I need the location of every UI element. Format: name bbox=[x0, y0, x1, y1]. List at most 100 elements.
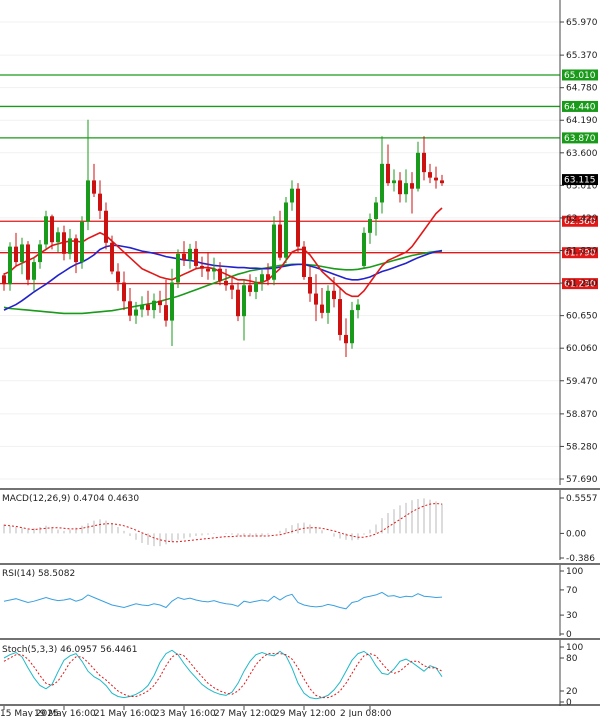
candle-body bbox=[416, 152, 420, 189]
candle-body bbox=[260, 274, 264, 283]
price-tick-label: 64.780 bbox=[566, 84, 598, 94]
candle-body bbox=[200, 265, 204, 269]
price-tick-label: 61.830 bbox=[566, 247, 598, 257]
price-tick-label: 57.690 bbox=[566, 475, 598, 485]
stoch-tick-label: 80 bbox=[566, 654, 578, 664]
price-tick-label: 62.420 bbox=[566, 214, 598, 224]
resistance-level-label: 64.440 bbox=[564, 102, 596, 112]
support-resistance-lines: 65.01064.44063.87062.36061.79061.230 bbox=[0, 69, 598, 290]
candlestick-chart: 65.01064.44063.87062.36061.79061.230 65.… bbox=[0, 0, 600, 717]
candle-body bbox=[56, 232, 60, 243]
ma-slow-line bbox=[3, 250, 443, 315]
time-tick-label: 19 May 16:00 bbox=[34, 709, 96, 717]
candle-body bbox=[326, 290, 330, 313]
price-tick-label: 65.370 bbox=[566, 51, 598, 61]
candle-body bbox=[224, 280, 228, 286]
candle-body bbox=[266, 274, 270, 280]
time-tick-label: 23 May 16:00 bbox=[154, 709, 216, 717]
candle-body bbox=[32, 262, 36, 280]
candle-body bbox=[164, 305, 168, 321]
price-tick-label: 60.650 bbox=[566, 312, 598, 322]
price-tick-label: 58.280 bbox=[566, 442, 598, 452]
candle-body bbox=[410, 183, 414, 189]
candle-body bbox=[242, 285, 246, 317]
candle-body bbox=[344, 334, 348, 344]
candle-body bbox=[104, 210, 108, 243]
candle-body bbox=[26, 244, 30, 280]
candle-body bbox=[296, 188, 300, 247]
candle-body bbox=[152, 300, 156, 311]
rsi-panel: RSI(14) 58.5082 10070300 bbox=[2, 567, 583, 640]
macd-panel: MACD(12,26,9) 0.4704 0.4630 0.5557 0.00 -0… bbox=[2, 494, 598, 564]
candle-body bbox=[98, 193, 102, 211]
candle-body bbox=[74, 238, 78, 263]
candle-body bbox=[218, 268, 222, 281]
candle-body bbox=[116, 271, 120, 283]
candle-body bbox=[2, 275, 6, 285]
candle-body bbox=[194, 248, 198, 266]
time-tick-label: 2 Jun 08:00 bbox=[340, 709, 392, 717]
rsi-axis: 10070300 bbox=[560, 567, 583, 640]
candle-body bbox=[68, 238, 72, 254]
time-tick-label: 29 May 12:00 bbox=[274, 709, 336, 717]
price-tick-label: 59.470 bbox=[566, 377, 598, 387]
candle-body bbox=[122, 282, 126, 302]
price-tick-label: 58.870 bbox=[566, 410, 598, 420]
candle-body bbox=[422, 152, 426, 173]
candle-body bbox=[290, 188, 294, 203]
candle-body bbox=[188, 248, 192, 260]
time-axis: 15 May 202519 May 16:0021 May 16:0023 Ma… bbox=[0, 706, 392, 717]
time-tick-label: 27 May 12:00 bbox=[214, 709, 276, 717]
rsi-tick-label: 30 bbox=[566, 611, 578, 621]
candle-body bbox=[80, 221, 84, 263]
macd-tick-label: -0.386 bbox=[566, 554, 595, 564]
rsi-line bbox=[3, 591, 443, 610]
candle-body bbox=[230, 285, 234, 290]
price-axis: 65.97065.37064.78064.19063.60063.01062.4… bbox=[560, 18, 598, 485]
candle-body bbox=[134, 309, 138, 316]
stoch-tick-label: 20 bbox=[566, 687, 578, 697]
resistance-level-label: 65.010 bbox=[564, 71, 596, 81]
candle-body bbox=[140, 304, 144, 310]
stoch-tick-label: 0 bbox=[566, 698, 572, 708]
candle-body bbox=[182, 253, 186, 260]
rsi-tick-label: 70 bbox=[566, 586, 578, 596]
candle-body bbox=[320, 304, 324, 313]
candle-body bbox=[206, 268, 210, 272]
candle-body bbox=[386, 163, 390, 184]
candle-body bbox=[338, 299, 342, 335]
price-tick-label: 63.600 bbox=[566, 149, 598, 159]
resistance-level-label: 63.870 bbox=[564, 134, 596, 144]
candle-body bbox=[272, 224, 276, 280]
candle-body bbox=[398, 180, 402, 195]
price-panel: 65.01064.44063.87062.36061.79061.230 65.… bbox=[0, 18, 598, 485]
candles bbox=[2, 119, 444, 358]
candle-body bbox=[212, 268, 216, 272]
price-tick-label: 61.240 bbox=[566, 279, 598, 289]
candle-body bbox=[362, 232, 366, 266]
candle-body bbox=[428, 172, 432, 178]
candle-body bbox=[86, 180, 90, 222]
stoch-tick-label: 100 bbox=[566, 643, 583, 653]
rsi-label: RSI(14) 58.5082 bbox=[2, 569, 75, 579]
candle-body bbox=[50, 216, 54, 243]
rsi-plot bbox=[3, 591, 443, 610]
candle-body bbox=[356, 304, 360, 311]
time-tick-label: 21 May 16:00 bbox=[94, 709, 156, 717]
stoch-axis: 10080 200 bbox=[560, 643, 583, 708]
candle-body bbox=[20, 244, 24, 263]
candle-body bbox=[248, 285, 252, 292]
candle-body bbox=[158, 300, 162, 306]
candle-body bbox=[314, 293, 318, 305]
price-tick-label: 60.060 bbox=[566, 344, 598, 354]
candle-body bbox=[254, 282, 258, 292]
candle-body bbox=[92, 180, 96, 194]
candle-body bbox=[440, 180, 444, 184]
candle-body bbox=[368, 219, 372, 233]
macd-label: MACD(12,26,9) 0.4704 0.4630 bbox=[2, 494, 139, 504]
stoch-panel: Stoch(5,3,3) 46.0957 56.4461 10080 200 bbox=[2, 643, 583, 708]
candle-body bbox=[308, 276, 312, 294]
candle-body bbox=[128, 301, 132, 316]
candle-body bbox=[236, 289, 240, 317]
candle-body bbox=[332, 290, 336, 300]
